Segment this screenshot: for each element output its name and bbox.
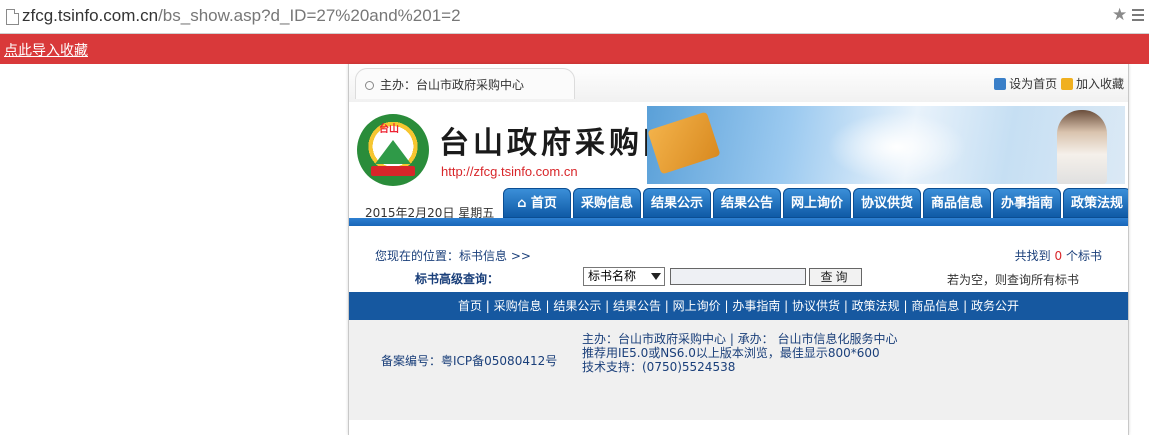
- nav-agreement-supply[interactable]: 协议供货: [853, 188, 921, 218]
- nav-result-announcement[interactable]: 结果公告: [713, 188, 781, 218]
- banner-card: [647, 111, 721, 175]
- count-number: 0: [1054, 249, 1063, 263]
- home-icon: [994, 78, 1007, 90]
- count-suffix: 个标书: [1065, 249, 1102, 263]
- site-container: 主办：台山市政府采购中心 设为首页 加入收藏 台山 台山政府采购网 http:/…: [348, 64, 1129, 435]
- banner-glow: [827, 112, 967, 182]
- select-value: 标书名称: [588, 269, 637, 283]
- address-text[interactable]: zfcg.tsinfo.com.cn/bs_show.asp?d_ID=27%2…: [22, 6, 461, 26]
- footer-line-browser: 推荐用IE5.0或NS6.0以上版本浏览，最佳显示800*600: [582, 346, 880, 360]
- breadcrumb: 您现在的位置：标书信息 >>: [375, 249, 531, 263]
- nav-result-publicity[interactable]: 结果公示: [643, 188, 711, 218]
- nav-purchase-info[interactable]: 采购信息: [573, 188, 641, 218]
- set-home-link[interactable]: 设为首页: [1009, 77, 1057, 91]
- url-host: zfcg.tsinfo.com.cn: [22, 6, 159, 25]
- bullet-icon: [365, 81, 374, 90]
- home-nav-icon: ⌂: [517, 196, 527, 211]
- bookmark-star-icon[interactable]: ★: [1112, 5, 1127, 25]
- bookmark-import-bar: 点此导入收藏: [0, 34, 1149, 64]
- add-favorite-link[interactable]: 加入收藏: [1076, 77, 1124, 91]
- logo-text: 台山: [379, 124, 399, 135]
- nav-product-info[interactable]: 商品信息: [923, 188, 991, 218]
- header-banner: [647, 106, 1125, 184]
- advanced-search-label: 标书高级查询：: [415, 272, 500, 286]
- import-bookmarks-link[interactable]: 点此导入收藏: [4, 40, 88, 60]
- site-footer: 备案编号：粤ICP备05080412号 主办：台山市政府采购中心 | 承办： 台…: [349, 320, 1128, 420]
- bottom-nav[interactable]: 首页 | 采购信息 | 结果公示 | 结果公告 | 网上询价 | 办事指南 | …: [349, 292, 1128, 320]
- search-button[interactable]: 查询: [809, 268, 862, 286]
- banner-person: [1057, 110, 1107, 184]
- top-links: 设为首页 加入收藏: [994, 75, 1124, 92]
- nav-policy[interactable]: 政策法规: [1063, 188, 1128, 218]
- count-prefix: 共找到: [1014, 249, 1051, 263]
- nav-home[interactable]: ⌂ 首页: [503, 188, 571, 218]
- search-hint: 若为空，则查询所有标书: [947, 273, 1080, 287]
- result-count: 共找到 0 个标书: [1015, 247, 1102, 264]
- sponsor-label: 主办：台山市政府采购中心: [380, 78, 525, 92]
- nav-guide[interactable]: 办事指南: [993, 188, 1061, 218]
- site-title: 台山政府采购网: [439, 126, 677, 161]
- footer-line-sponsor: 主办：台山市政府采购中心 | 承办： 台山市信息化服务中心: [582, 332, 898, 346]
- url-path: /bs_show.asp?d_ID=27%20and%201=2: [158, 6, 461, 25]
- logo-ribbon: [371, 166, 415, 176]
- nav-underline: [349, 218, 1128, 226]
- search-input[interactable]: [670, 268, 806, 285]
- menu-icon[interactable]: [1132, 9, 1144, 23]
- footer-line-support: 技术支持：(0750)5524538: [582, 360, 736, 374]
- top-strip: 主办：台山市政府采购中心 设为首页 加入收藏: [349, 64, 1128, 102]
- logo-mountain: [375, 140, 411, 164]
- site-url[interactable]: http://zfcg.tsinfo.com.cn: [441, 164, 578, 179]
- sponsor-text: 主办：台山市政府采购中心: [365, 76, 524, 93]
- nav-label: 首页: [530, 196, 557, 211]
- footer-info: 主办：台山市政府采购中心 | 承办： 台山市信息化服务中心 推荐用IE5.0或N…: [582, 332, 898, 374]
- search-field-select[interactable]: 标书名称: [583, 267, 665, 286]
- site-logo: 台山: [357, 114, 429, 186]
- chevron-down-icon: [651, 273, 661, 280]
- browser-url-bar[interactable]: zfcg.tsinfo.com.cn/bs_show.asp?d_ID=27%2…: [0, 0, 1149, 34]
- nav-online-inquiry[interactable]: 网上询价: [783, 188, 851, 218]
- page-icon: [6, 9, 19, 25]
- icp-record: 备案编号：粤ICP备05080412号: [381, 354, 558, 368]
- favorite-icon: [1060, 78, 1073, 90]
